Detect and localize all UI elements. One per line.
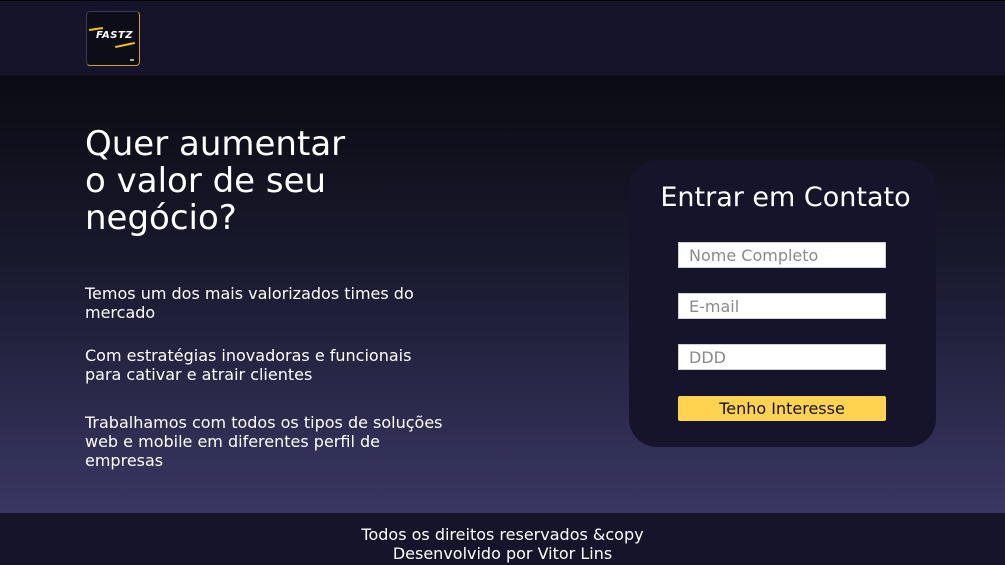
email-input[interactable] [678,293,886,319]
headline-line: negócio? [85,198,237,238]
interest-button[interactable]: Tenho Interesse [678,396,886,421]
feature-text: Trabalhamos com todos os tipos de soluçõ… [85,413,443,470]
contact-form-card: Entrar em Contato Tenho Interesse [629,160,936,447]
headline-line: Quer aumentar [85,124,346,164]
contact-title: Entrar em Contato [660,182,911,213]
feature-text: Temos um dos mais valorizados times do m… [85,284,414,322]
headline-line: o valor de seu [85,161,327,201]
footer-developer: Desenvolvido por Vitor Lins [392,544,613,563]
feature-text: Com estratégias inovadoras e funcionais … [85,346,412,384]
logo-swoosh-icon [115,41,135,49]
ddd-input[interactable] [678,344,886,370]
name-input[interactable] [678,242,886,268]
hero-section: Quer aumentar o valor de seu negócio? Te… [0,75,1005,513]
logo-text: FASTZ [96,30,134,41]
site-header: FASTZ [0,0,1005,75]
site-footer: Todos os direitos reservados &copy Desen… [0,513,1005,565]
logo-mark [130,59,134,61]
footer-rights: Todos os direitos reservados &copy [361,525,644,544]
hero-headline: Quer aumentar o valor de seu negócio? [85,126,415,237]
fastz-logo[interactable]: FASTZ [86,11,140,66]
